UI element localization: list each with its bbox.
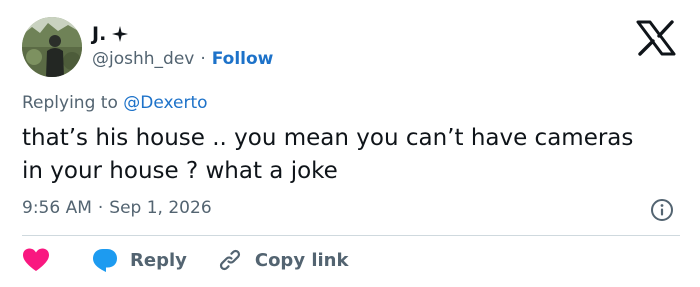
like-button[interactable] bbox=[22, 247, 50, 273]
copy-link-label: Copy link bbox=[254, 249, 349, 271]
handle-separator: · bbox=[200, 49, 206, 69]
author-display-name[interactable]: J. bbox=[92, 23, 106, 45]
tweet-time: 9:56 AM bbox=[22, 198, 92, 218]
heart-icon bbox=[23, 248, 49, 271]
x-logo-icon[interactable] bbox=[636, 20, 676, 56]
reply-bubble-icon bbox=[93, 249, 117, 272]
divider bbox=[22, 235, 680, 236]
timestamp-separator: · bbox=[97, 198, 104, 218]
replying-to: Replying to @Dexerto bbox=[22, 93, 208, 113]
replying-mention-link[interactable]: @Dexerto bbox=[123, 93, 207, 113]
author-name-row: J. bbox=[92, 21, 129, 47]
info-icon[interactable] bbox=[650, 198, 674, 222]
avatar[interactable] bbox=[22, 17, 82, 77]
sparkle-badge-icon bbox=[112, 26, 129, 42]
link-icon bbox=[219, 249, 240, 271]
tweet-timestamp[interactable]: 9:56 AM · Sep 1, 2026 bbox=[22, 198, 212, 218]
follow-button[interactable]: Follow bbox=[212, 49, 274, 69]
avatar-image bbox=[22, 17, 82, 77]
author-handle[interactable]: @joshh_dev bbox=[92, 49, 194, 69]
reply-button[interactable]: Reply bbox=[50, 247, 187, 273]
action-bar: Reply Copy link bbox=[22, 247, 348, 273]
tweet-date: Sep 1, 2026 bbox=[109, 198, 212, 218]
author-handle-row: @joshh_dev · Follow bbox=[92, 48, 273, 70]
replying-prefix: Replying to bbox=[22, 93, 118, 113]
reply-label: Reply bbox=[130, 249, 187, 271]
tweet-text: that’s his house .. you mean you can’t h… bbox=[22, 125, 634, 184]
copy-link-button[interactable]: Copy link bbox=[187, 247, 349, 273]
